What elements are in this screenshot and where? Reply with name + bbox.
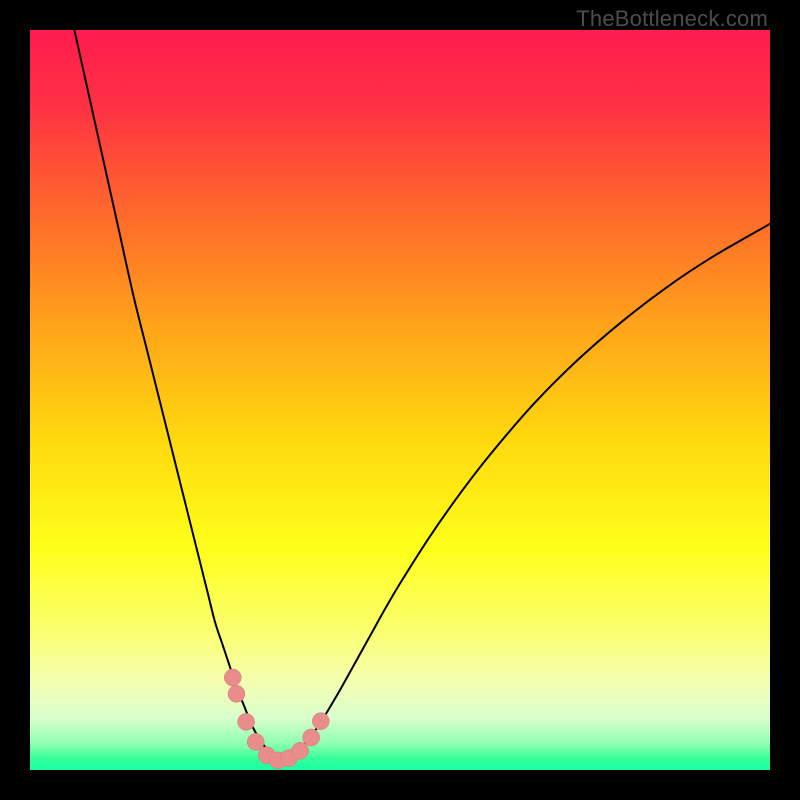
bottleneck-curve-left [74,30,281,761]
curve-marker [303,729,320,746]
marker-group [224,669,329,769]
curve-marker [238,713,255,730]
curve-marker [312,713,329,730]
curve-marker [228,685,245,702]
curve-marker [224,669,241,686]
chart-frame: TheBottleneck.com [0,0,800,800]
curve-layer [30,30,770,770]
curve-marker [292,742,309,759]
watermark-text: TheBottleneck.com [576,6,768,32]
bottleneck-curve-right [282,224,770,761]
plot-area [30,30,770,770]
curve-marker [247,733,264,750]
